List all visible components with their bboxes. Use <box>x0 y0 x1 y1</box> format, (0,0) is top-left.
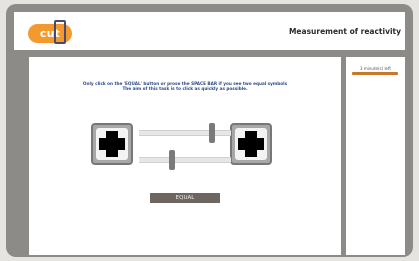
page-title: Measurement of reactivity <box>288 27 401 36</box>
left-symbol-box <box>91 123 133 165</box>
footer-mark: ····· <box>33 248 38 252</box>
upper-slider-track <box>139 130 231 136</box>
right-symbol-box <box>230 123 272 165</box>
cut-e-logo: cut <box>28 19 74 44</box>
left-symbol-canvas <box>96 128 128 160</box>
phone-icon <box>54 19 66 44</box>
timer-text: 3 minute(s) left <box>360 66 391 71</box>
timer-progress-bar <box>352 72 398 75</box>
logo-badge: cut <box>28 19 72 44</box>
lower-slider-handle <box>169 150 175 170</box>
right-symbol-canvas <box>235 128 267 160</box>
equal-button[interactable]: EQUAL <box>150 193 220 203</box>
instruction-line-2: The aim of this task is to click as quic… <box>122 86 248 92</box>
upper-slider-handle <box>209 123 215 143</box>
side-panel: 3 minute(s) left <box>346 57 405 255</box>
instructions: Only click on the 'EQUAL' button or pros… <box>29 81 341 91</box>
lower-slider-track <box>139 157 231 163</box>
timer-progress-fill <box>352 72 398 75</box>
task-panel: Only click on the 'EQUAL' button or pros… <box>29 57 341 255</box>
